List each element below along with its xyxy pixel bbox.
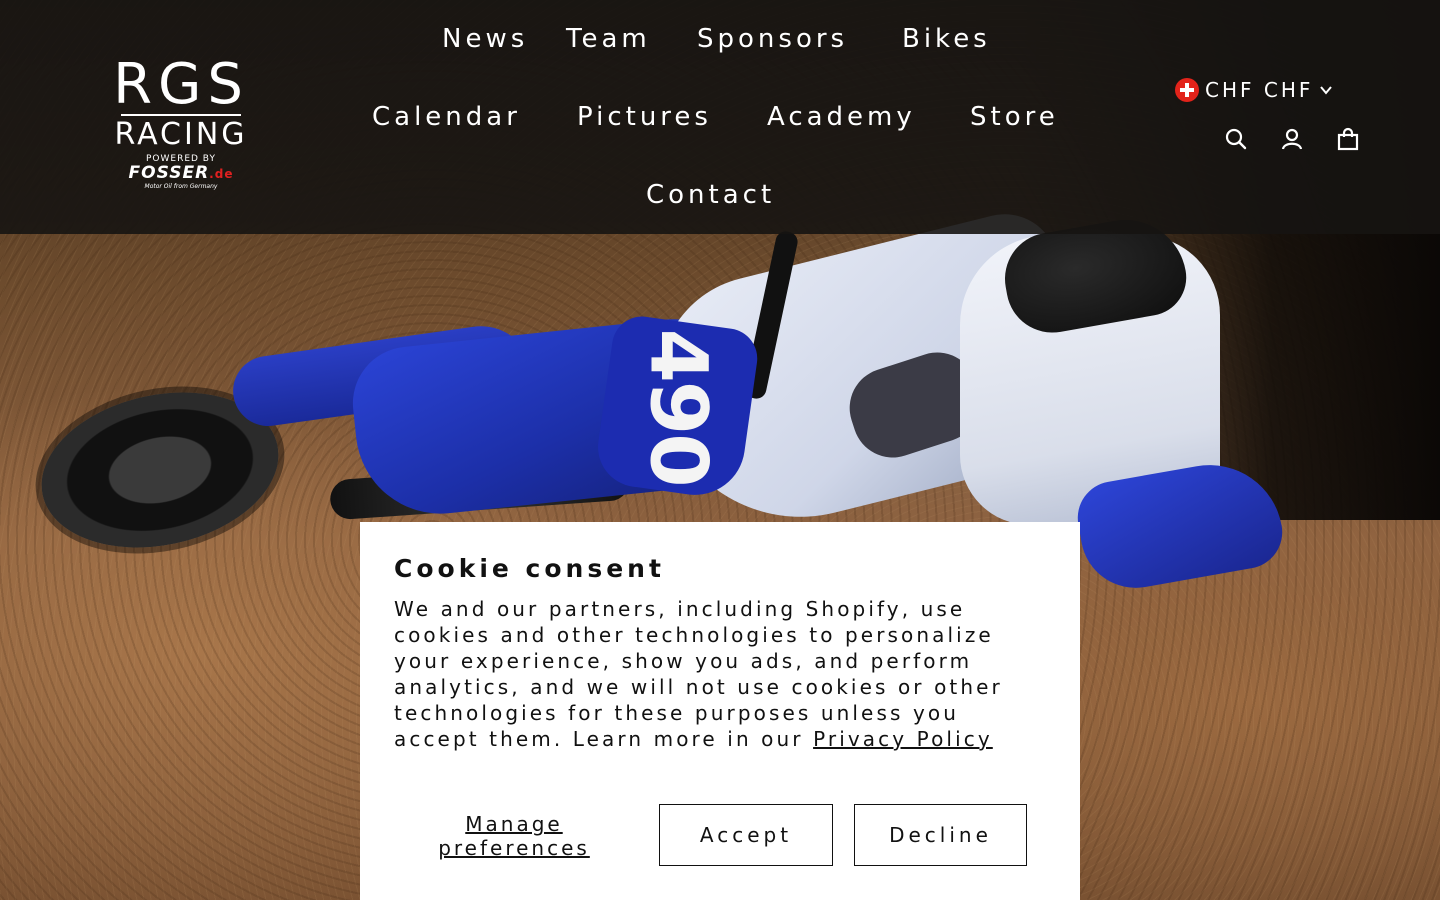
privacy-policy-link[interactable]: Privacy Policy — [813, 727, 993, 751]
logo-sub-text: RACING — [114, 117, 248, 152]
nav-item-team[interactable]: Team — [566, 24, 651, 54]
logo-sponsor-name: FOSSER — [128, 163, 210, 183]
logo-sponsor-tagline: Motor Oil from Germany — [144, 183, 218, 190]
site-header: RGS RACING POWERED BY FOSSER.de Motor Oi… — [0, 0, 1440, 234]
logo-sponsor: FOSSER.de — [86, 164, 276, 183]
cookie-title: Cookie consent — [394, 554, 665, 583]
nav-item-pictures[interactable]: Pictures — [577, 102, 712, 132]
cookie-body: We and our partners, including Shopify, … — [394, 596, 1054, 752]
bike-number: 490 — [632, 328, 723, 486]
account-icon[interactable] — [1280, 127, 1304, 151]
search-icon[interactable] — [1224, 127, 1248, 151]
chevron-down-icon — [1320, 86, 1333, 95]
site-logo[interactable]: RGS RACING POWERED BY FOSSER.de Motor Oi… — [86, 52, 276, 200]
nav-item-academy[interactable]: Academy — [767, 102, 916, 132]
currency-label: CHF CHF — [1205, 78, 1314, 102]
bike-number-plate: 490 — [592, 312, 762, 502]
swiss-flag-icon — [1175, 78, 1199, 102]
decline-button[interactable]: Decline — [854, 804, 1027, 866]
cart-icon[interactable] — [1336, 127, 1360, 151]
accept-button[interactable]: Accept — [659, 804, 833, 866]
logo-sponsor-suffix: .de — [209, 167, 234, 181]
nav-item-sponsors[interactable]: Sponsors — [697, 24, 848, 54]
nav-item-calendar[interactable]: Calendar — [372, 102, 521, 132]
cookie-consent-panel: Cookie consent We and our partners, incl… — [360, 522, 1080, 900]
manage-preferences-button[interactable]: Manage preferences — [394, 812, 634, 860]
nav-item-store[interactable]: Store — [970, 102, 1059, 132]
logo-main-text: RGS — [113, 52, 249, 117]
nav-item-news[interactable]: News — [442, 24, 528, 54]
nav-item-contact[interactable]: Contact — [646, 180, 775, 210]
nav-item-bikes[interactable]: Bikes — [902, 24, 991, 54]
currency-selector[interactable]: CHF CHF — [1175, 76, 1333, 104]
